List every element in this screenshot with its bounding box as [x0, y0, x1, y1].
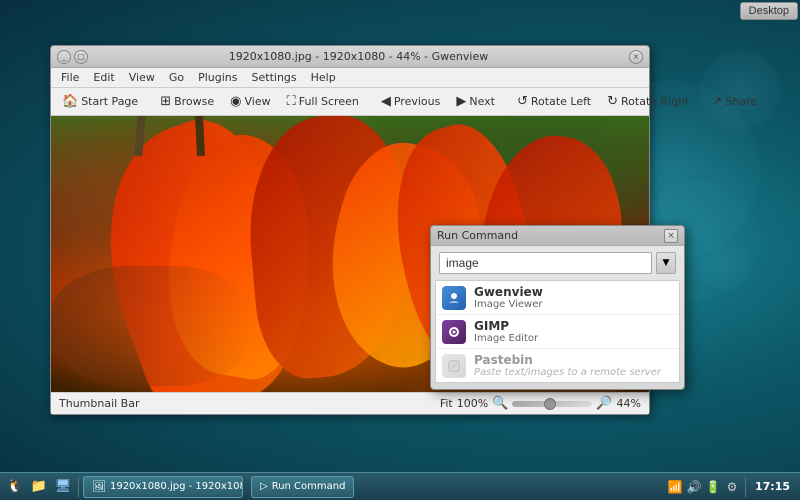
taskbar-separator-2 — [745, 477, 746, 497]
gimp-info: GIMP Image Editor — [474, 319, 673, 344]
desktop: Desktop _ □ 1920x1080.jpg - 1920x1080 - … — [0, 0, 800, 500]
toolbar-view[interactable]: ◉ View — [223, 91, 277, 112]
toolbar-rotate-left[interactable]: ↺ Rotate Left — [510, 91, 598, 112]
toolbar-share[interactable]: ↗ Share — [705, 91, 765, 112]
gwenview-taskbar-label: 1920x1080.jpg - 1920x1080 - 44% ... — [110, 481, 243, 492]
app-gimp[interactable]: GIMP Image Editor — [436, 315, 679, 349]
pastebin-info: Pastebin Paste text/images to a remote s… — [474, 353, 673, 378]
previous-icon: ◀ — [381, 94, 391, 109]
window-title: 1920x1080.jpg - 1920x1080 - 44% - Gwenvi… — [88, 50, 629, 63]
zoom-in-icon[interactable]: 🔎 — [596, 396, 612, 411]
volume-icon[interactable]: 🔊 — [686, 479, 702, 495]
menu-bar: File Edit View Go Plugins Settings Help — [51, 68, 649, 88]
taskbar-icon-penguin[interactable]: 🐧 — [4, 476, 26, 498]
run-command-input[interactable] — [439, 252, 652, 274]
toolbar-browse[interactable]: ⊞ Browse — [153, 91, 221, 112]
taskbar-icon-files[interactable]: 📁 — [28, 476, 50, 498]
menu-view[interactable]: View — [123, 69, 161, 86]
minimize-button[interactable]: _ — [57, 50, 71, 64]
toolbar-previous[interactable]: ◀ Previous — [374, 91, 448, 112]
menu-settings[interactable]: Settings — [246, 69, 303, 86]
gwenview-taskbar-icon: 🖼 — [92, 480, 106, 493]
run-command-popup: Run Command × ▼ Gwenview Image Viewer — [430, 225, 685, 390]
gwenview-taskbar-btn[interactable]: 🖼 1920x1080.jpg - 1920x1080 - 44% ... — [83, 476, 243, 498]
popup-title-bar: Run Command × — [431, 226, 684, 246]
pastebin-icon — [442, 354, 466, 378]
rotate-left-icon: ↺ — [517, 94, 528, 109]
app-gwenview[interactable]: Gwenview Image Viewer — [436, 281, 679, 315]
maximize-button[interactable]: □ — [74, 50, 88, 64]
zoom-slider[interactable] — [512, 401, 592, 407]
run-command-icon: ▷ — [260, 481, 268, 492]
gimp-icon — [442, 320, 466, 344]
run-command-taskbar-btn[interactable]: ▷ Run Command — [251, 476, 354, 498]
zoom-thumb — [544, 398, 556, 410]
start-page-icon: 🏠 — [62, 94, 78, 109]
toolbar-start-page[interactable]: 🏠 Start Page — [55, 91, 145, 112]
browse-icon: ⊞ — [160, 94, 171, 109]
battery-icon[interactable]: 🔋 — [705, 479, 721, 495]
gwenview-name: Gwenview — [474, 285, 673, 299]
menu-plugins[interactable]: Plugins — [192, 69, 243, 86]
app-pastebin: Pastebin Paste text/images to a remote s… — [436, 349, 679, 382]
pastebin-desc: Paste text/images to a remote server — [474, 367, 673, 378]
gimp-name: GIMP — [474, 319, 673, 333]
menu-help[interactable]: Help — [305, 69, 342, 86]
run-command-dropdown[interactable]: ▼ — [656, 252, 676, 274]
rotate-right-icon: ↻ — [607, 94, 618, 109]
menu-edit[interactable]: Edit — [87, 69, 120, 86]
zoom-percent: 44% — [617, 397, 641, 410]
thumbnail-bar-label: Thumbnail Bar — [59, 397, 140, 410]
popup-title: Run Command — [437, 229, 518, 242]
toolbar-rotate-right[interactable]: ↻ Rotate Right — [600, 91, 696, 112]
toolbar-fullscreen[interactable]: ⛶ Full Screen — [280, 91, 366, 112]
next-icon: ▶ — [456, 94, 466, 109]
fit-label: Fit — [440, 397, 453, 410]
clock: 17:15 — [751, 480, 794, 493]
taskbar-icon-terminal[interactable]: 🖥 — [52, 476, 74, 498]
taskbar-right: 📶 🔊 🔋 ⚙ 17:15 — [661, 477, 800, 497]
share-icon: ↗ — [712, 94, 723, 109]
window-controls: _ □ — [57, 50, 88, 64]
gimp-desc: Image Editor — [474, 333, 673, 344]
bottom-bar: Thumbnail Bar Fit 100% 🔍 🔎 44% — [51, 392, 649, 414]
pastebin-name: Pastebin — [474, 353, 673, 367]
taskbar-left: 🐧 📁 🖥 🖼 1920x1080.jpg - 1920x1080 - 44% … — [0, 476, 247, 498]
close-button[interactable]: × — [629, 50, 643, 64]
desktop-button[interactable]: Desktop — [740, 2, 798, 20]
taskbar-separator-1 — [78, 477, 79, 497]
gwenview-desc: Image Viewer — [474, 299, 673, 310]
gwenview-icon — [442, 286, 466, 310]
menu-file[interactable]: File — [55, 69, 85, 86]
toolbar: 🏠 Start Page ⊞ Browse ◉ View ⛶ Full Scre… — [51, 88, 649, 116]
zoom-out-icon[interactable]: 🔍 — [492, 396, 508, 411]
settings-icon[interactable]: ⚙ — [724, 479, 740, 495]
gwenview-info: Gwenview Image Viewer — [474, 285, 673, 310]
view-icon: ◉ — [230, 94, 241, 109]
run-command-label: Run Command — [272, 481, 346, 492]
zoom-controls: Fit 100% 🔍 🔎 44% — [440, 396, 641, 411]
taskbar-middle: ▷ Run Command — [247, 476, 661, 498]
toolbar-next[interactable]: ▶ Next — [449, 91, 502, 112]
taskbar: 🐧 📁 🖥 🖼 1920x1080.jpg - 1920x1080 - 44% … — [0, 472, 800, 500]
popup-input-row: ▼ — [431, 246, 684, 280]
zoom-value: 100% — [457, 397, 488, 410]
network-icon[interactable]: 📶 — [667, 479, 683, 495]
fullscreen-icon: ⛶ — [287, 94, 296, 109]
popup-close-button[interactable]: × — [664, 229, 678, 243]
title-bar: _ □ 1920x1080.jpg - 1920x1080 - 44% - Gw… — [51, 46, 649, 68]
menu-go[interactable]: Go — [163, 69, 190, 86]
app-list: Gwenview Image Viewer GIMP Image Editor — [435, 280, 680, 383]
